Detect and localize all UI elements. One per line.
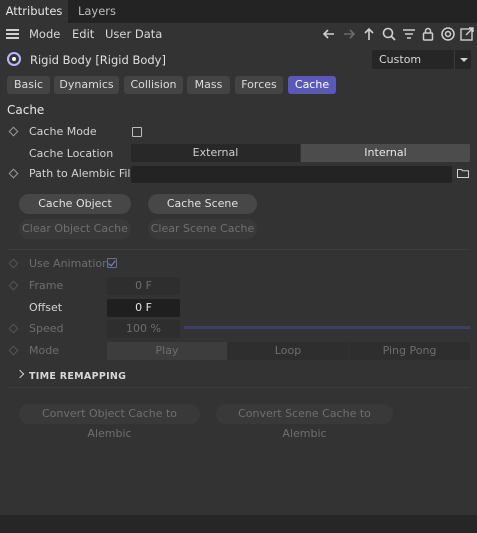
frame-label: Frame xyxy=(29,279,64,292)
location-internal[interactable]: Internal xyxy=(301,144,470,162)
search-icon[interactable] xyxy=(380,25,398,43)
up-arrow-icon[interactable] xyxy=(360,25,378,43)
use-animation-label: Use Animation xyxy=(29,257,110,270)
offset-label: Offset xyxy=(29,301,63,314)
mode-label: Mode xyxy=(29,344,59,357)
subtab-collision[interactable]: Collision xyxy=(124,76,183,94)
keyframe-diamond-icon[interactable] xyxy=(8,258,19,269)
clear-object-cache-button[interactable]: Clear Object Cache xyxy=(19,219,131,239)
cache-location-label: Cache Location xyxy=(29,147,114,160)
keyframe-diamond-icon[interactable] xyxy=(8,280,19,291)
speed-label: Speed xyxy=(29,322,64,335)
subtab-basic[interactable]: Basic xyxy=(7,76,50,94)
subtab-dynamics[interactable]: Dynamics xyxy=(54,76,119,94)
cache-mode-checkbox[interactable] xyxy=(132,127,142,137)
preset-dropdown[interactable]: Custom xyxy=(372,50,471,69)
path-input[interactable] xyxy=(131,166,452,183)
cache-object-button[interactable]: Cache Object xyxy=(19,194,131,214)
convert-scene-cache-button[interactable]: Convert Scene Cache to Alembic xyxy=(216,404,393,440)
target-icon[interactable] xyxy=(439,25,457,43)
attribute-tab-bar: Attributes Layers xyxy=(0,0,477,23)
time-remapping-group[interactable]: TIME REMAPPING xyxy=(29,371,126,382)
chevron-down-icon xyxy=(454,50,471,69)
preset-value: Custom xyxy=(379,53,422,66)
frame-field[interactable]: 0 F xyxy=(107,277,180,295)
keyframe-diamond-icon[interactable] xyxy=(8,126,19,137)
mode-ping-pong[interactable]: Ping Pong xyxy=(349,342,470,360)
new-window-icon[interactable] xyxy=(458,25,476,43)
keyframe-diamond-icon[interactable] xyxy=(8,323,19,334)
convert-object-cache-button[interactable]: Convert Object Cache to Alembic xyxy=(19,404,200,440)
clear-scene-cache-button[interactable]: Clear Scene Cache xyxy=(148,219,257,239)
separator xyxy=(7,387,470,388)
tab-layers[interactable]: Layers xyxy=(68,0,126,23)
filter-icon[interactable] xyxy=(400,25,418,43)
subtab-mass[interactable]: Mass xyxy=(187,76,230,94)
rigid-body-icon xyxy=(7,52,21,66)
separator xyxy=(7,249,470,250)
cache-scene-button[interactable]: Cache Scene xyxy=(148,194,257,214)
subtab-forces[interactable]: Forces xyxy=(235,76,283,94)
path-label: Path to Alembic File xyxy=(29,167,138,180)
use-animation-checkbox[interactable] xyxy=(107,258,117,268)
menu-bar: Mode Edit User Data xyxy=(0,23,477,45)
keyframe-diamond-icon[interactable] xyxy=(8,345,19,356)
menu-user-data[interactable]: User Data xyxy=(105,27,162,41)
mode-play[interactable]: Play xyxy=(107,342,227,360)
speed-slider[interactable] xyxy=(184,326,470,329)
keyframe-diamond-icon[interactable] xyxy=(8,168,19,179)
subtab-cache[interactable]: Cache xyxy=(288,76,336,94)
menu-mode[interactable]: Mode xyxy=(29,27,60,41)
mode-loop[interactable]: Loop xyxy=(228,342,348,360)
tab-attributes[interactable]: Attributes xyxy=(0,0,68,23)
forward-arrow-icon[interactable] xyxy=(340,25,358,43)
back-arrow-icon[interactable] xyxy=(320,25,338,43)
folder-icon[interactable] xyxy=(457,168,469,178)
cache-mode-label: Cache Mode xyxy=(29,125,97,138)
menu-edit[interactable]: Edit xyxy=(72,27,94,41)
location-external[interactable]: External xyxy=(131,144,300,162)
chevron-right-icon[interactable] xyxy=(15,369,25,379)
speed-field[interactable]: 100 % xyxy=(107,320,180,338)
section-title: Cache xyxy=(7,103,45,117)
status-bar xyxy=(0,515,477,533)
offset-field[interactable]: 0 F xyxy=(107,299,180,317)
object-title: Rigid Body [Rigid Body] xyxy=(30,53,166,67)
hamburger-menu-icon[interactable] xyxy=(6,29,19,39)
lock-icon[interactable] xyxy=(419,25,437,43)
